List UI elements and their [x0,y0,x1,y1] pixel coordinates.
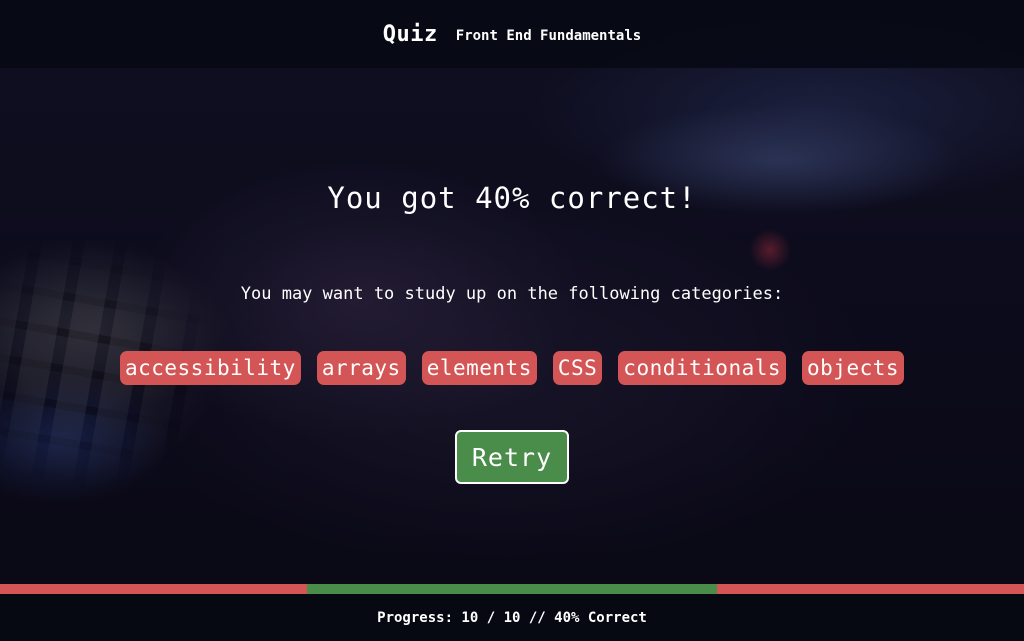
study-message: You may want to study up on the followin… [240,284,784,304]
progress-text: Progress: 10 / 10 // 40% Correct [377,609,647,626]
retry-button[interactable]: Retry [455,430,569,484]
category-list: accessibility arrays elements CSS conditiona… [0,351,1024,385]
progress-segment-incorrect [0,584,308,594]
app-brand[interactable]: Quiz [383,22,438,47]
progress-segment-incorrect [716,584,1024,594]
progress-footer: Progress: 10 / 10 // 40% Correct [0,594,1024,641]
category-chip: arrays [316,351,406,385]
quiz-subtitle: Front End Fundamentals [455,28,642,44]
results-panel: You got 40% correct! You may want to stu… [0,68,1024,578]
category-chip: CSS [552,351,603,385]
score-heading: You got 40% correct! [327,181,697,215]
progress-segment-correct [307,584,717,594]
category-chip: objects [802,351,905,385]
category-chip: elements [421,351,537,385]
progress-bar [0,584,1024,594]
category-chip: accessibility [119,351,301,385]
app-header: Quiz Front End Fundamentals [0,0,1024,68]
category-chip: conditionals [618,351,787,385]
